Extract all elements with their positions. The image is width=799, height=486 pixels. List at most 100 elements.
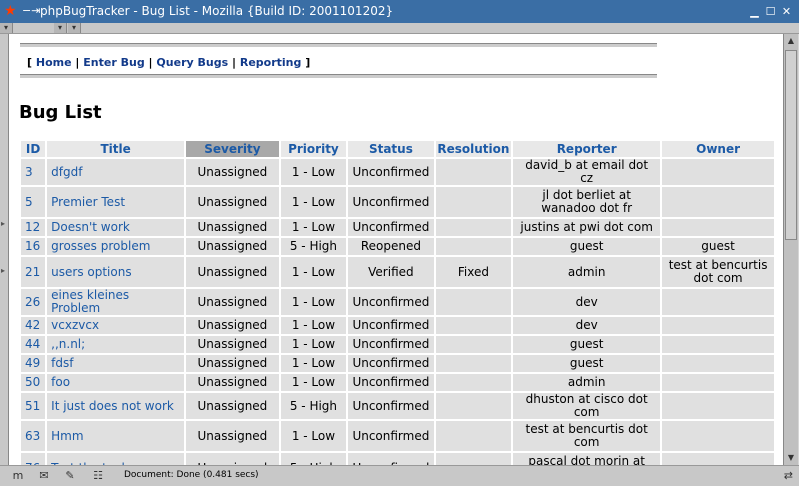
- sidebar-arrow-icon[interactable]: ▸: [1, 266, 5, 275]
- cell-owner: [662, 219, 774, 236]
- table-row[interactable]: 44 ,,n.nl; Unassigned 1 - Low Unconfirmed gue…: [21, 336, 774, 353]
- column-header-title[interactable]: Title: [47, 141, 185, 157]
- cell-title[interactable]: dfgdf: [47, 159, 185, 185]
- cell-resolution: [435, 336, 512, 353]
- nav-separator: |: [231, 56, 237, 69]
- table-row[interactable]: 21 users options Unassigned 1 - Low Verified…: [21, 257, 774, 287]
- table-row[interactable]: 76Test the toolUnassigned5 - HighUnconfi…: [21, 453, 774, 465]
- cell-id[interactable]: 49: [21, 355, 46, 372]
- toolbar-grip-icon[interactable]: ▾: [0, 23, 13, 33]
- column-header-owner[interactable]: Owner: [662, 141, 774, 157]
- cell-id[interactable]: 63: [21, 421, 46, 451]
- cell-id[interactable]: 21: [21, 257, 46, 287]
- cell-title[interactable]: grosses problem: [47, 238, 185, 255]
- scrollbar-thumb[interactable]: [785, 50, 797, 240]
- cell-id[interactable]: 76: [21, 453, 46, 465]
- table-row[interactable]: 51 It just does not work Unassigned 5 - Hig…: [21, 393, 774, 419]
- cell-status: Unconfirmed: [348, 453, 434, 465]
- window-titlebar[interactable]: ★ −⇥ phpBugTracker - Bug List - Mozilla …: [0, 0, 799, 23]
- cell-severity: Unassigned: [186, 374, 279, 391]
- cell-resolution: [435, 187, 512, 217]
- nav-link-query-bugs[interactable]: Query Bugs: [156, 56, 228, 69]
- cell-priority: 5 - High: [280, 393, 347, 419]
- sidebar-grip[interactable]: ▸ ▸: [0, 34, 8, 465]
- window-menu-icon[interactable]: −⇥: [22, 5, 40, 17]
- cell-id[interactable]: 44: [21, 336, 46, 353]
- scroll-down-icon[interactable]: ▼: [785, 451, 797, 465]
- status-text: Document: Done (0.481 secs): [124, 470, 259, 480]
- cell-title[interactable]: vcxzvcx: [47, 317, 185, 334]
- cell-title[interactable]: It just does not work: [47, 393, 185, 419]
- cell-id[interactable]: 42: [21, 317, 46, 334]
- cell-priority: 5 - High: [280, 453, 347, 465]
- cell-reporter: pascal dot morin at philips dot com: [513, 453, 661, 465]
- cell-title[interactable]: Test the tool: [47, 453, 185, 465]
- connection-icon: ⇄: [783, 469, 793, 482]
- cell-priority: 1 - Low: [280, 336, 347, 353]
- column-header-resolution[interactable]: Resolution: [435, 141, 512, 157]
- toolbar-grip-icon[interactable]: ▾: [54, 23, 67, 33]
- mozilla-icon[interactable]: m: [10, 469, 26, 483]
- cell-priority: 1 - Low: [280, 289, 347, 315]
- cell-severity: Unassigned: [186, 257, 279, 287]
- cell-id[interactable]: 51: [21, 393, 46, 419]
- cell-title[interactable]: users options: [47, 257, 185, 287]
- cell-resolution: [435, 453, 512, 465]
- cell-id[interactable]: 16: [21, 238, 46, 255]
- sidebar-arrow-icon[interactable]: ▸: [1, 219, 5, 228]
- table-row[interactable]: 16 grosses problem Unassigned 5 - High Reope…: [21, 238, 774, 255]
- mail-icon[interactable]: ✉: [36, 469, 52, 483]
- nav-link-home[interactable]: Home: [36, 56, 72, 69]
- table-body: 3 dfgdf Unassigned 1 - Low Unconfirmed david_…: [21, 159, 774, 465]
- cell-severity: Unassigned: [186, 238, 279, 255]
- cell-severity: Unassigned: [186, 336, 279, 353]
- table-row[interactable]: 50 foo Unassigned 1 - Low Unconfirmed admin: [21, 374, 774, 391]
- address-book-icon[interactable]: ☷: [90, 469, 106, 483]
- column-header-severity[interactable]: Severity: [186, 141, 279, 157]
- vertical-scrollbar[interactable]: ▲ ▼: [783, 34, 798, 465]
- nav-link-enter-bug[interactable]: Enter Bug: [83, 56, 144, 69]
- table-row[interactable]: 3 dfgdf Unassigned 1 - Low Unconfirmed david_…: [21, 159, 774, 185]
- minimize-icon[interactable]: ▁: [748, 5, 761, 18]
- table-row[interactable]: 63 Hmm Unassigned 1 - Low Unconfirmed test at…: [21, 421, 774, 451]
- maximize-icon[interactable]: ☐: [764, 5, 777, 18]
- status-bar: m ✉ ✎ ☷ Document: Done (0.481 secs) ⇄: [0, 465, 799, 486]
- cell-reporter: guest: [513, 355, 661, 372]
- cell-reporter: admin: [513, 257, 661, 287]
- cell-title[interactable]: Premier Test: [47, 187, 185, 217]
- column-header-id[interactable]: ID: [21, 141, 46, 157]
- cell-id[interactable]: 50: [21, 374, 46, 391]
- cell-resolution: [435, 374, 512, 391]
- cell-severity: Unassigned: [186, 393, 279, 419]
- cell-id[interactable]: 12: [21, 219, 46, 236]
- cell-title[interactable]: Doesn't work: [47, 219, 185, 236]
- composer-icon[interactable]: ✎: [62, 469, 78, 483]
- column-header-reporter[interactable]: Reporter: [513, 141, 661, 157]
- cell-resolution: [435, 159, 512, 185]
- table-row[interactable]: 49 fdsf Unassigned 1 - Low Unconfirmed guest: [21, 355, 774, 372]
- cell-reporter: jl dot berliet at wanadoo dot fr: [513, 187, 661, 217]
- column-header-priority[interactable]: Priority: [280, 141, 347, 157]
- cell-title[interactable]: ,,n.nl;: [47, 336, 185, 353]
- cell-id[interactable]: 26: [21, 289, 46, 315]
- table-row[interactable]: 42 vcxzvcx Unassigned 1 - Low Unconfirmed dev: [21, 317, 774, 334]
- table-row[interactable]: 26 eines kleines Problem Unassigned 1 - Low…: [21, 289, 774, 315]
- cell-title[interactable]: Hmm: [47, 421, 185, 451]
- toolbar-grip-icon[interactable]: ▾: [68, 23, 81, 33]
- cell-severity: Unassigned: [186, 187, 279, 217]
- table-row[interactable]: 12 Doesn't work Unassigned 1 - Low Unconfirm…: [21, 219, 774, 236]
- cell-title[interactable]: fdsf: [47, 355, 185, 372]
- cell-id[interactable]: 3: [21, 159, 46, 185]
- cell-priority: 1 - Low: [280, 219, 347, 236]
- nav-link-reporting[interactable]: Reporting: [240, 56, 302, 69]
- table-row[interactable]: 5 Premier Test Unassigned 1 - Low Unconfirme…: [21, 187, 774, 217]
- close-icon[interactable]: ✕: [780, 5, 793, 18]
- column-header-status[interactable]: Status: [348, 141, 434, 157]
- cell-id[interactable]: 5: [21, 187, 46, 217]
- cell-title[interactable]: eines kleines Problem: [47, 289, 185, 315]
- cell-title[interactable]: foo: [47, 374, 185, 391]
- scroll-up-icon[interactable]: ▲: [785, 34, 797, 48]
- page-title: Bug List: [19, 102, 102, 123]
- table-header-row: ID Title Severity Priority Status Resolution R…: [21, 141, 774, 157]
- collapsed-toolbar: ▾ ▾ ▾: [0, 23, 799, 34]
